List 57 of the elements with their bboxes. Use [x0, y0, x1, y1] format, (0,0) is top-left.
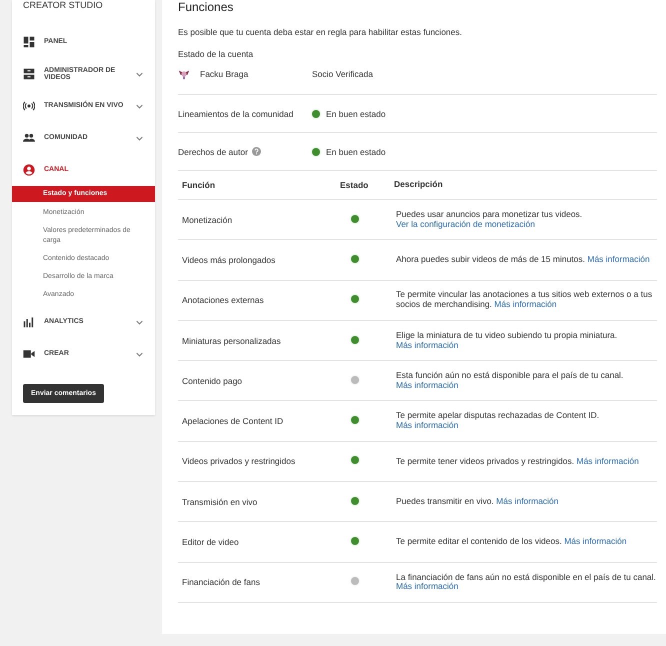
- section-heading: Estado de la cuenta: [178, 49, 254, 59]
- avatar-icon: [178, 68, 190, 80]
- feature-name: Financiación de fans: [181, 577, 261, 588]
- person-icon: [23, 164, 35, 176]
- intro-text: Es posible que tu cuenta deba estar en regla para habilitar estas funciones.: [178, 27, 463, 37]
- help-icon[interactable]: [252, 147, 261, 156]
- feature-description: Ahora puedes subir videos de más de 15 minutos. Más información: [396, 255, 651, 265]
- broadcast-icon: [23, 100, 35, 112]
- people-icon: [23, 132, 35, 144]
- column-header: Función: [181, 180, 216, 190]
- feature-description: Esta función aún no está disponible para el país de tu canal. Más información: [396, 371, 624, 391]
- feature-name: Apelaciones de Content ID: [181, 416, 284, 426]
- chart-icon: [23, 316, 35, 328]
- camera-icon: [23, 348, 35, 360]
- chevron-icon: [136, 352, 143, 356]
- feature-description: Te permite tener videos privados y restringidos. Más información: [396, 456, 640, 466]
- info-link[interactable]: Más información: [587, 254, 650, 264]
- feature-name: Anotaciones externas: [181, 295, 265, 306]
- chevron-icon: [136, 320, 143, 324]
- info-link[interactable]: Más información: [576, 456, 639, 466]
- chevron-icon: [136, 104, 143, 108]
- feature-description: Te permite editar el contenido de los videos. Más información: [396, 537, 628, 547]
- feature-name: Contenido pago: [181, 376, 244, 386]
- info-link[interactable]: Más información: [494, 299, 557, 310]
- column-header: Descripción: [394, 180, 444, 190]
- feature-description: La financiación de fans aún no está disponible en el país de tu canal. Más información: [396, 572, 657, 592]
- info-link[interactable]: Más información: [496, 496, 559, 506]
- feature-description: Puedes usar anuncios para monetizar tus videos. Ver la configuración de monetización: [396, 210, 584, 230]
- chevron-icon: [136, 72, 143, 76]
- feature-description: Puedes transmitir en vivo. Más información: [396, 496, 560, 507]
- info-link[interactable]: Más información: [396, 420, 458, 430]
- video-manager-icon: [23, 68, 35, 80]
- dashboard-icon: [23, 36, 35, 48]
- feature-name: Videos más prolongados: [181, 254, 276, 265]
- chevron-icon: [136, 136, 143, 140]
- account-status: Socio Verificada: [312, 69, 373, 79]
- feature-description: Elige la miniatura de tu video subiendo tu propia miniatura. Más información: [396, 330, 618, 350]
- channel-name: Facku Braga: [200, 69, 248, 79]
- info-link[interactable]: Más información: [396, 340, 458, 350]
- standing-label: Derechos de autor: [178, 146, 248, 156]
- column-header: Estado: [339, 180, 370, 190]
- app-title: CREATOR STUDIO: [22, 0, 104, 10]
- page-title: Funciones: [178, 0, 234, 14]
- feature-name: Monetización: [181, 214, 234, 225]
- feature-name: Transmisión en vivo: [181, 496, 258, 507]
- standing-status: En buen estado: [326, 146, 386, 156]
- standing-label: Lineamientos de la comunidad: [178, 108, 294, 118]
- feature-name: Editor de video: [181, 537, 240, 548]
- feature-description: Te permite apelar disputas rechazadas de Content ID. Más información: [396, 411, 600, 431]
- info-link[interactable]: Más información: [396, 581, 458, 592]
- info-link[interactable]: Más información: [564, 536, 627, 546]
- feature-description: Te permite vincular las anotaciones a tus sitios web externos o a tus socios de merchandising. Más información: [396, 290, 654, 310]
- standing-status: En buen estado: [326, 108, 386, 118]
- feature-name: Miniaturas personalizadas: [181, 336, 282, 346]
- feature-name: Videos privados y restringidos: [181, 456, 296, 466]
- info-link[interactable]: Ver la configuración de monetización: [396, 218, 535, 229]
- info-link[interactable]: Más información: [396, 380, 458, 390]
